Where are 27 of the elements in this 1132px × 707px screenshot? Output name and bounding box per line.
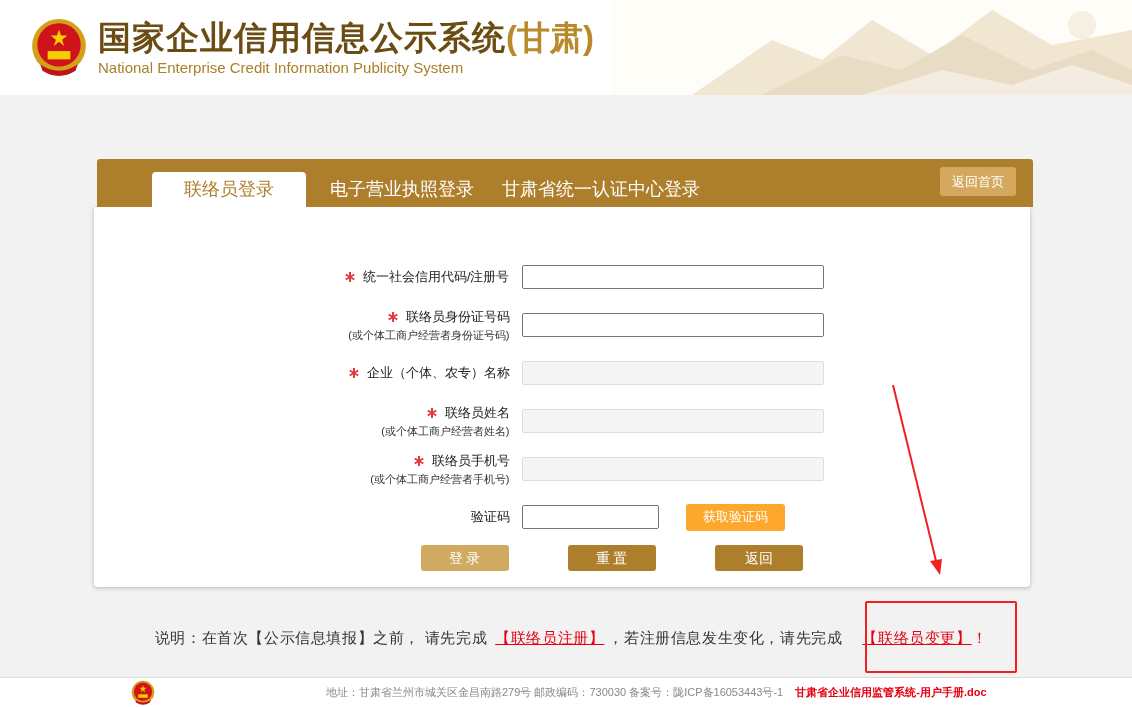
login-tab[interactable]: 联络员登录 [151, 172, 306, 207]
field-label: 联络员身份证号码 [405, 308, 510, 326]
change-link[interactable]: 【联络员变更】 [862, 627, 972, 650]
form-button[interactable]: 重 置 [567, 545, 656, 571]
notice-text: 说明：在首次【公示信息填报】之前， 请先完成 [154, 628, 488, 648]
form-button[interactable]: 返回 [714, 545, 803, 571]
site-subtitle: National Enterprise Credit Information Publicity System [98, 57, 465, 78]
field-label: 验证码 [470, 508, 510, 527]
field-label: 联络员手机号 [431, 452, 510, 470]
footer-address: 地址：甘肃省兰州市城关区金昌南路279号 邮政编码：730030 备案号：陇ICP备16053443号-1 [326, 685, 784, 701]
field-label: 企业（个体、农专）名称 [366, 364, 510, 383]
region-title: (甘肃) [506, 17, 594, 58]
home-button[interactable]: 返回首页 [939, 167, 1016, 196]
field-note: (或个体工商户经营者身份证号码) [348, 327, 510, 343]
register-link[interactable]: 【联络员注册】 [495, 627, 605, 650]
notice-text: ，若注册信息发生变化，请先完成 [608, 628, 843, 648]
login-tab[interactable]: 甘肃省统一认证中心登录 [487, 172, 714, 207]
field-label: 联络员姓名 [444, 404, 510, 422]
get-code-button[interactable]: 获取验证码 [685, 503, 785, 531]
exclamation-text: ！ [971, 628, 988, 648]
site-title: 国家企业信用信息公示系统 [98, 17, 506, 58]
form-button[interactable]: 登 录 [420, 545, 509, 571]
field-label: 统一社会信用代码/注册号 [362, 268, 510, 287]
login-tab[interactable]: 电子营业执照登录 [315, 172, 488, 207]
field-note: (或个体工商户经营者姓名) [381, 423, 510, 439]
manual-link[interactable]: 甘肃省企业信用监管系统-用户手册.doc [795, 684, 987, 701]
field-note: (或个体工商户经营者手机号) [370, 471, 510, 487]
